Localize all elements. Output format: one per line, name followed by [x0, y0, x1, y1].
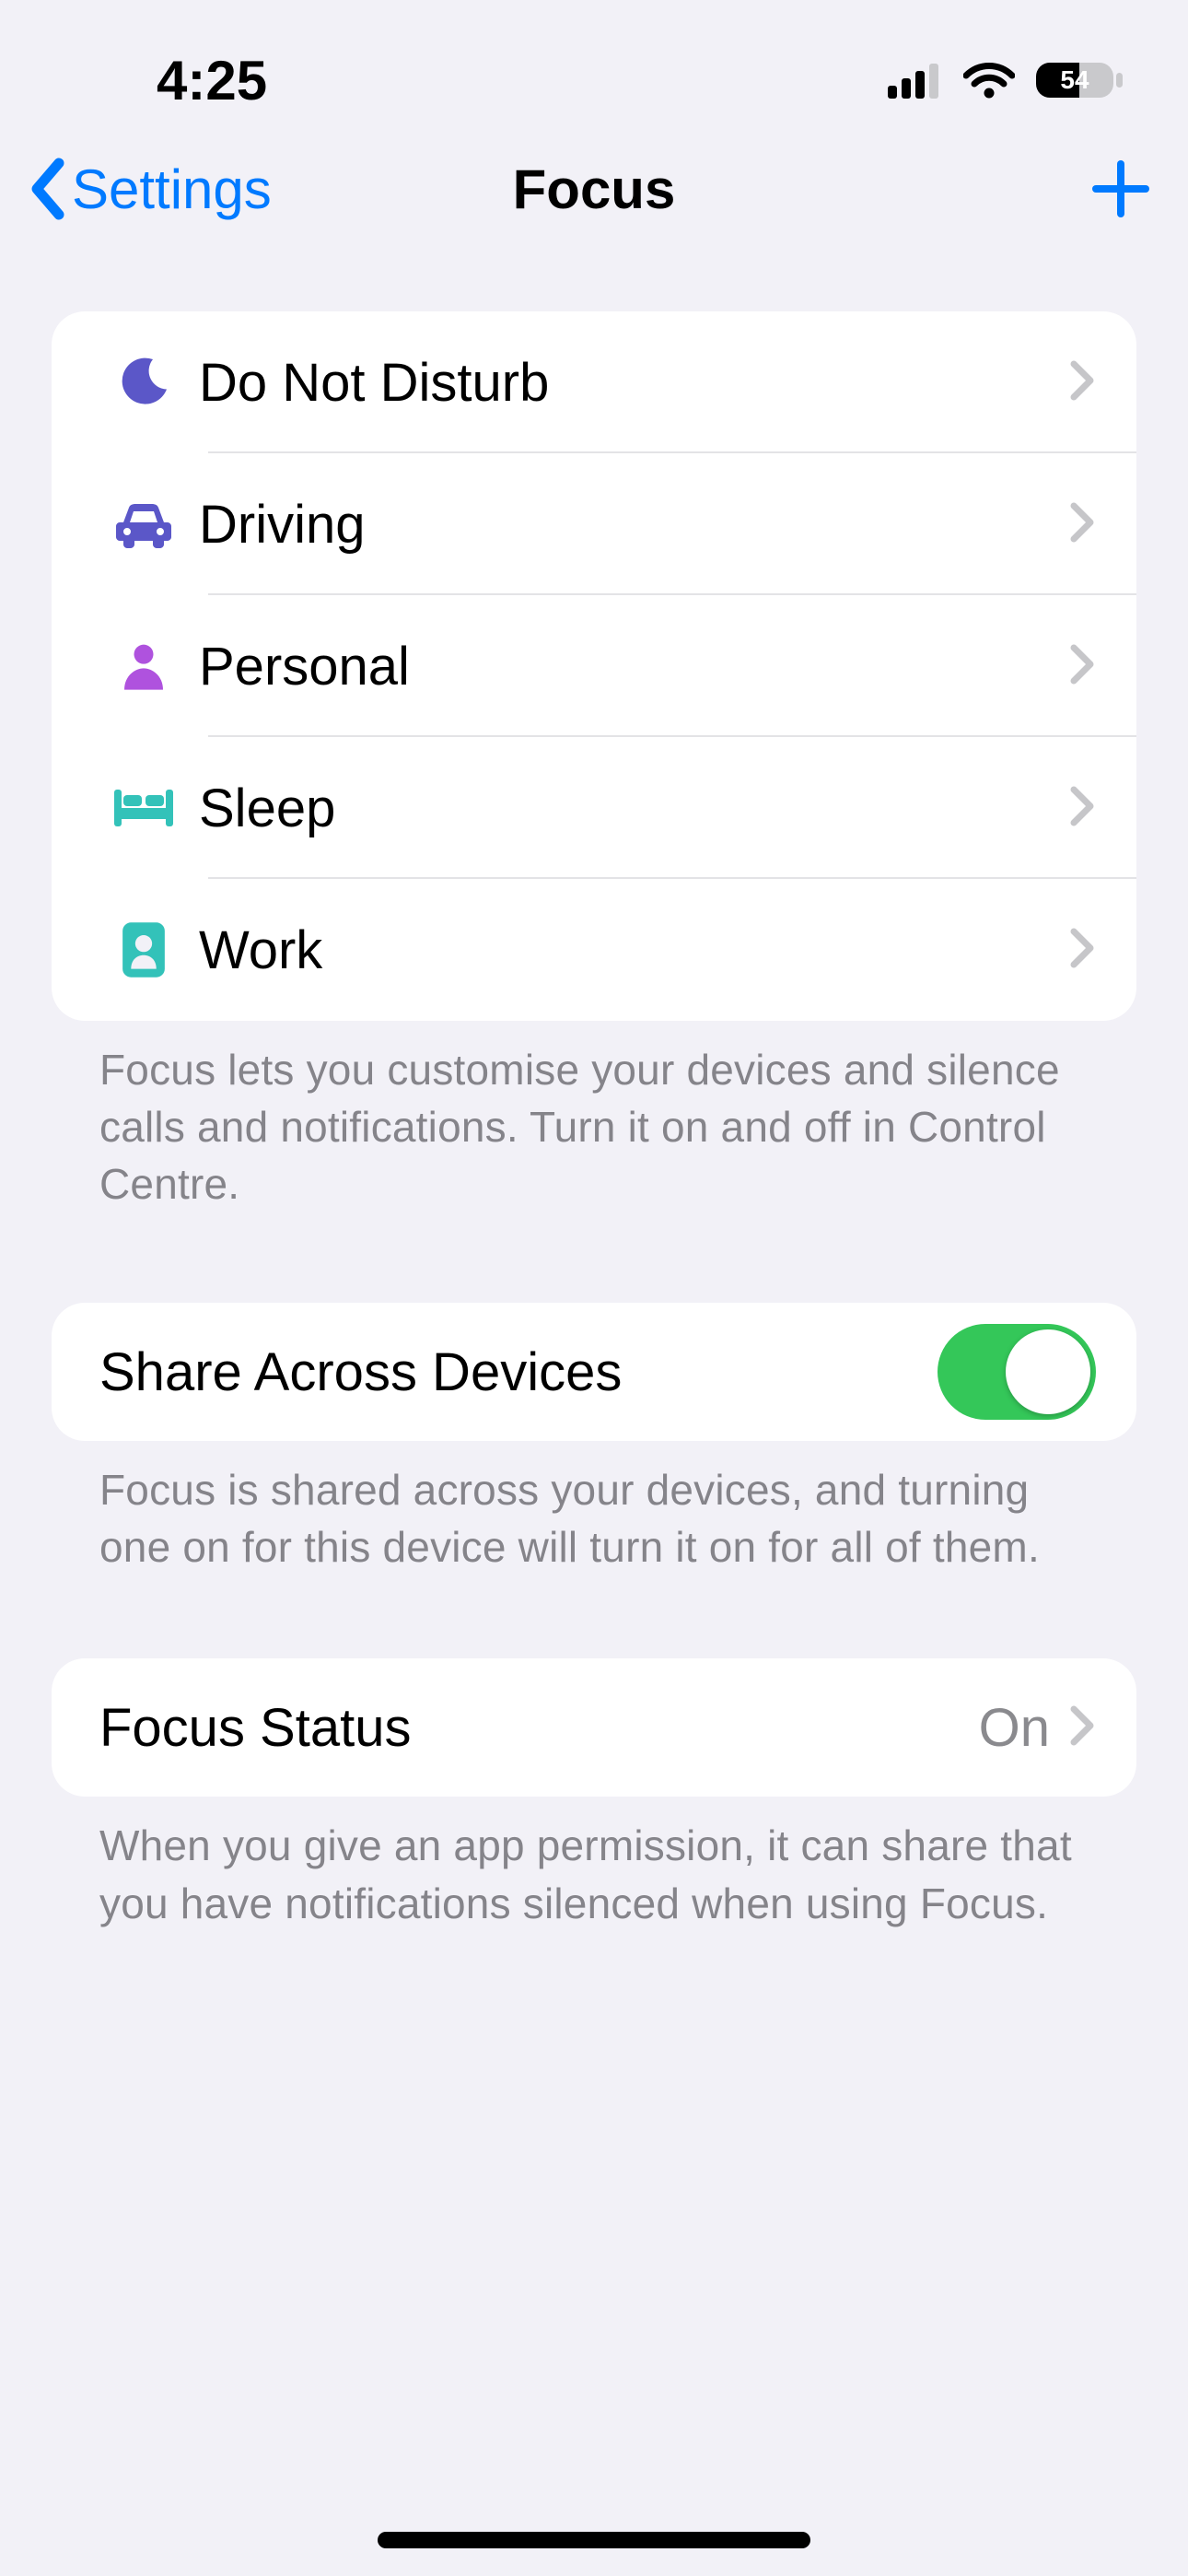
chevron-right-icon — [1070, 358, 1096, 407]
moon-icon — [88, 355, 199, 410]
cellular-icon — [888, 62, 943, 99]
share-across-devices-toggle[interactable] — [938, 1324, 1096, 1420]
focus-mode-row-driving[interactable]: Driving — [52, 453, 1136, 595]
add-button[interactable] — [1090, 158, 1151, 219]
share-across-devices-footer: Focus is shared across your devices, and… — [52, 1441, 1136, 1575]
focus-mode-row-sleep[interactable]: Sleep — [52, 737, 1136, 879]
focus-status-group: Focus Status On — [52, 1658, 1136, 1797]
focus-mode-row-do-not-disturb[interactable]: Do Not Disturb — [52, 311, 1136, 453]
status-icons: 54 — [888, 60, 1124, 100]
chevron-right-icon — [1070, 1704, 1096, 1752]
plus-icon — [1090, 158, 1151, 219]
focus-status-row[interactable]: Focus Status On — [52, 1658, 1136, 1797]
car-icon — [88, 495, 199, 554]
focus-modes-group: Do Not Disturb Driving Personal Sleep Work — [52, 311, 1136, 1021]
share-across-devices-label: Share Across Devices — [99, 1341, 938, 1403]
focus-status-value: On — [979, 1697, 1050, 1759]
chevron-left-icon — [28, 156, 68, 222]
status-bar: 4:25 54 — [0, 0, 1188, 120]
bed-icon — [88, 786, 199, 830]
back-button[interactable]: Settings — [28, 156, 272, 222]
status-time: 4:25 — [157, 49, 267, 112]
focus-status-label: Focus Status — [99, 1697, 979, 1759]
focus-mode-label: Personal — [199, 636, 1070, 697]
focus-mode-row-work[interactable]: Work — [52, 879, 1136, 1021]
home-indicator — [378, 2532, 810, 2548]
battery-percent: 54 — [1035, 65, 1114, 95]
back-label: Settings — [72, 158, 272, 221]
chevron-right-icon — [1070, 926, 1096, 975]
battery-icon: 54 — [1035, 60, 1124, 100]
focus-mode-label: Work — [199, 919, 1070, 981]
person-icon — [88, 640, 199, 692]
wifi-icon — [963, 62, 1015, 99]
focus-mode-label: Driving — [199, 494, 1070, 556]
chevron-right-icon — [1070, 784, 1096, 833]
share-across-devices-group: Share Across Devices — [52, 1303, 1136, 1441]
focus-mode-label: Sleep — [199, 778, 1070, 839]
chevron-right-icon — [1070, 500, 1096, 549]
nav-bar: Settings Focus — [0, 120, 1188, 258]
focus-status-footer: When you give an app permission, it can … — [52, 1797, 1136, 1931]
focus-mode-label: Do Not Disturb — [199, 352, 1070, 414]
badge-icon — [88, 920, 199, 979]
focus-mode-row-personal[interactable]: Personal — [52, 595, 1136, 737]
share-across-devices-row: Share Across Devices — [52, 1303, 1136, 1441]
chevron-right-icon — [1070, 642, 1096, 691]
focus-modes-footer: Focus lets you customise your devices an… — [52, 1021, 1136, 1212]
